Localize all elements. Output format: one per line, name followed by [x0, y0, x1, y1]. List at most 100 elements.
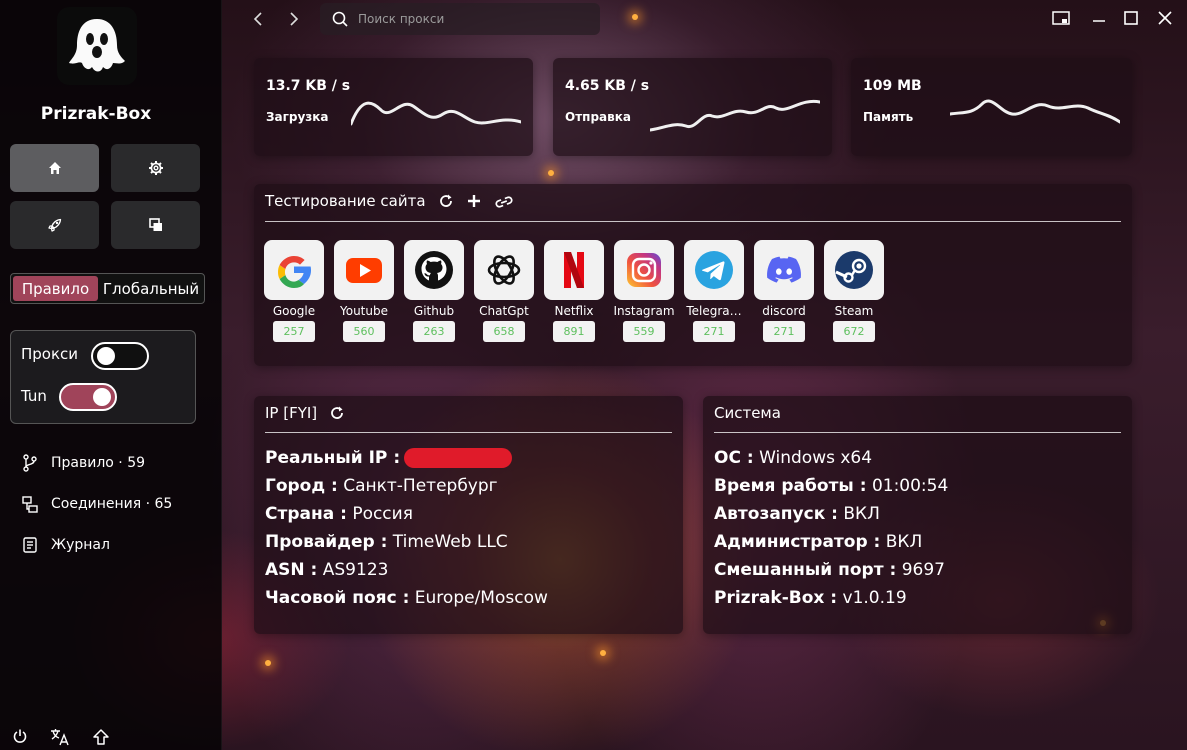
site-latency: 257: [273, 321, 315, 342]
netflix-icon: [564, 252, 584, 288]
site-latency: 271: [763, 321, 805, 342]
site-tile-steam[interactable]: Steam 672: [823, 240, 885, 342]
sys-row-mixed-port: Смешанный порт : 9697: [714, 560, 945, 580]
firefly-particle: [265, 660, 271, 666]
pin-window-button[interactable]: [1048, 6, 1074, 30]
maximize-button[interactable]: [1118, 6, 1144, 30]
sidebar-item-rules-label: Правило · 59: [51, 455, 146, 471]
back-arrow-icon[interactable]: [252, 11, 264, 27]
minimize-button[interactable]: [1086, 6, 1112, 30]
gear-icon: [148, 161, 163, 175]
sidebar-item-rules[interactable]: Правило · 59: [22, 454, 145, 472]
refresh-icon[interactable]: [438, 193, 454, 209]
app-name: Prizrak-Box: [40, 104, 152, 124]
nav-proxies-button[interactable]: [10, 201, 99, 249]
memory-sparkline: [950, 99, 1120, 124]
redacted-ip: [404, 448, 513, 468]
link-icon[interactable]: [494, 193, 514, 209]
ghost-icon: [69, 19, 125, 72]
sys-row-autostart: Автозапуск : ВКЛ: [714, 504, 880, 524]
ip-row-provider: Провайдер : TimeWeb LLC: [265, 532, 508, 552]
site-test-header: Тестирование сайта: [265, 192, 514, 210]
sys-row-os: ОС : Windows x64: [714, 448, 873, 468]
close-button[interactable]: [1152, 6, 1178, 30]
minimize-icon: [1093, 20, 1105, 22]
proxy-search[interactable]: [320, 3, 600, 35]
site-test-title: Тестирование сайта: [265, 192, 426, 210]
ip-row-country: Страна : Россия: [265, 504, 413, 524]
search-input[interactable]: [358, 12, 578, 26]
firefly-particle: [600, 650, 606, 656]
tun-toggle[interactable]: [59, 383, 117, 411]
site-tile-telegram[interactable]: Telegra… 271: [683, 240, 745, 342]
sidebar-item-connections[interactable]: Соединения · 65: [22, 495, 172, 513]
youtube-icon: [346, 258, 382, 283]
google-icon: [278, 256, 311, 288]
tun-toggle-label: Tun: [21, 387, 47, 405]
ip-card-title: IP [FYI]: [265, 404, 318, 422]
mode-global-option[interactable]: Глобальный: [100, 276, 202, 301]
site-tile-chatgpt[interactable]: ChatGpt 658: [473, 240, 535, 342]
connections-icon: [22, 496, 38, 513]
nav-home-button[interactable]: [10, 144, 99, 192]
discord-icon: [767, 256, 801, 283]
upload-sparkline: [650, 99, 820, 132]
windows-icon: [148, 218, 162, 231]
ip-card-header: IP [FYI]: [265, 404, 345, 422]
site-tile-github[interactable]: Github 263: [403, 240, 465, 342]
nav-settings-button[interactable]: [111, 144, 200, 192]
site-tile-instagram[interactable]: Instagram 559: [613, 240, 675, 342]
forward-arrow-icon[interactable]: [288, 11, 300, 27]
toggle-panel: Прокси Tun: [10, 330, 196, 424]
download-sparkline: [351, 101, 521, 126]
ip-row-real-ip: Реальный IP :: [265, 448, 513, 468]
site-tile-discord[interactable]: discord 271: [753, 240, 815, 342]
translate-icon[interactable]: [50, 728, 70, 746]
memory-usage: 109 MB: [863, 78, 922, 94]
proxy-toggle-label: Прокси: [21, 345, 79, 363]
download-speed: 13.7 KB / s: [266, 78, 351, 94]
instagram-icon: [627, 253, 661, 287]
site-name: ChatGpt: [479, 304, 529, 318]
window-pin-icon: [1052, 11, 1070, 25]
sidebar-item-connections-label: Соединения · 65: [51, 496, 173, 512]
ip-card-divider: [265, 432, 672, 433]
site-name: Youtube: [340, 304, 388, 318]
site-tile-netflix[interactable]: Netflix 891: [543, 240, 605, 342]
site-tile-google[interactable]: Google 257: [263, 240, 325, 342]
github-icon: [415, 251, 453, 289]
site-latency: 672: [833, 321, 875, 342]
sys-row-uptime: Время работы : 01:00:54: [714, 476, 949, 496]
system-card-title: Система: [714, 404, 781, 422]
site-test-divider: [265, 221, 1121, 222]
site-latency: 891: [553, 321, 595, 342]
memory-card: 109 MB Память: [851, 58, 1132, 156]
nav-windows-button[interactable]: [111, 201, 200, 249]
system-card-header: Система: [714, 404, 781, 422]
mode-switch: Правило Глобальный: [10, 273, 205, 304]
close-icon: [1158, 11, 1172, 25]
mode-rule-option[interactable]: Правило: [13, 276, 98, 301]
maximize-icon: [1124, 11, 1138, 25]
rocket-icon: [47, 218, 61, 232]
refresh-icon[interactable]: [329, 405, 345, 421]
system-card-divider: [714, 432, 1121, 433]
ip-row-timezone: Часовой пояс : Europe/Moscow: [265, 588, 548, 608]
add-icon[interactable]: [466, 193, 482, 209]
upload-label: Отправка: [565, 110, 631, 124]
sidebar-item-log[interactable]: Журнал: [22, 536, 110, 554]
title-bar: [222, 0, 1187, 38]
site-test-card: Тестирование сайта Google 257 Youtube 56…: [254, 184, 1132, 366]
app-logo: [57, 7, 137, 85]
site-name: Google: [272, 304, 316, 318]
log-icon: [23, 537, 37, 553]
sidebar: Prizrak-Box Правило Глобальный Прокси Tu…: [0, 0, 222, 750]
upload-speed: 4.65 KB / s: [565, 78, 650, 94]
site-latency: 560: [343, 321, 385, 342]
proxy-toggle[interactable]: [91, 342, 149, 370]
ip-row-asn: ASN : AS9123: [265, 560, 389, 580]
upgrade-shirt-icon[interactable]: [92, 728, 110, 746]
download-card: 13.7 KB / s Загрузка: [254, 58, 533, 156]
power-icon[interactable]: [12, 728, 28, 744]
site-tile-youtube[interactable]: Youtube 560: [333, 240, 395, 342]
